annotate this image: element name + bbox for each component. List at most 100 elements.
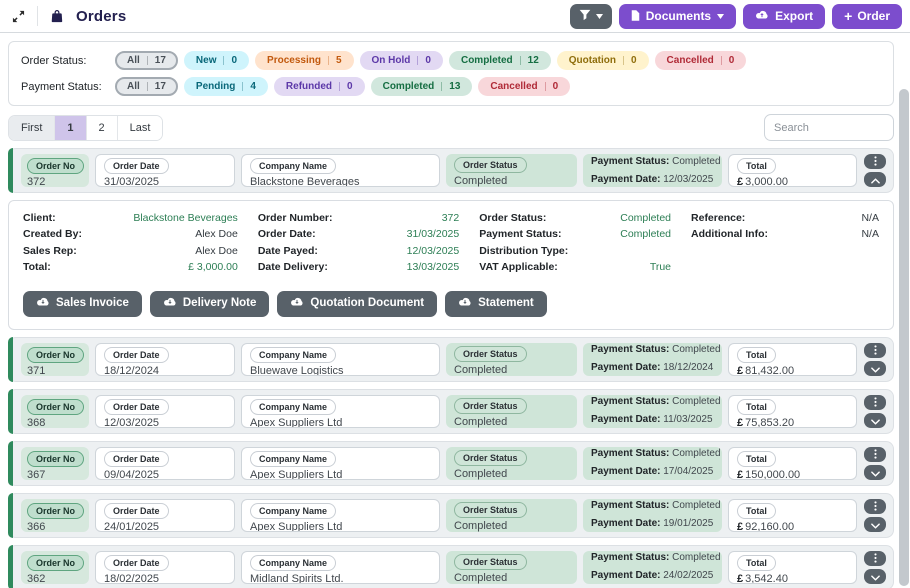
row-menu-button[interactable]	[864, 154, 886, 169]
order-status-filter-label: Order Status:	[21, 55, 115, 67]
chevron-down-icon	[871, 465, 880, 480]
order-detail-panel: Client: Blackstone Beverages Created By:…	[8, 200, 894, 330]
detail-field: Sales Rep: Alex Doe	[23, 243, 238, 260]
cloud-export-icon	[755, 10, 769, 22]
status-filter-pill[interactable]: Completed 13	[371, 77, 473, 96]
pagination-button[interactable]: First	[9, 116, 55, 140]
order-date-label: Order Date	[104, 347, 169, 363]
pagination-button[interactable]: 1	[55, 116, 86, 140]
row-accent-bar	[8, 441, 13, 486]
row-toggle-button[interactable]	[864, 517, 886, 532]
documents-button[interactable]: Documents	[619, 4, 736, 29]
row-menu-button[interactable]	[864, 395, 886, 410]
kebab-icon	[874, 395, 877, 410]
payment-date-line: Payment Date: 17/04/2025	[591, 464, 713, 480]
expand-icon[interactable]	[8, 6, 28, 26]
row-toggle-button[interactable]	[864, 361, 886, 376]
cloud-download-icon	[163, 297, 177, 311]
pill-label: Completed	[383, 81, 435, 92]
filter-button[interactable]	[570, 4, 612, 29]
page-title: Orders	[76, 8, 126, 25]
total-value: £3,000.00	[737, 176, 788, 187]
status-filter-pill[interactable]: Completed 12	[449, 51, 551, 70]
status-filter-pill[interactable]: Cancelled 0	[478, 77, 570, 96]
export-button[interactable]: Export	[743, 4, 825, 29]
row-toggle-button[interactable]	[864, 413, 886, 428]
detail-field: Date Delivery: 13/03/2025	[258, 260, 459, 277]
detail-field-label: VAT Applicable:	[479, 261, 558, 275]
pill-label: Completed	[461, 55, 513, 66]
order-status-value: Completed	[454, 572, 507, 584]
pill-label: On Hold	[372, 55, 411, 66]
status-filter-pill[interactable]: New 0	[184, 51, 249, 70]
pill-label: Processing	[267, 55, 321, 66]
company-name-label: Company Name	[250, 158, 336, 174]
order-no-cell: Order No 372	[21, 154, 89, 187]
search-input[interactable]	[764, 114, 894, 141]
kebab-icon	[874, 447, 877, 462]
status-filter-pill[interactable]: Pending 4	[184, 77, 268, 96]
order-no-cell: Order No 368	[21, 395, 89, 428]
detail-field: Payment Status: Completed	[479, 227, 671, 244]
document-download-button-label: Statement	[478, 298, 534, 310]
status-filter-pill[interactable]: Refunded 0	[274, 77, 365, 96]
row-toggle-button[interactable]	[864, 172, 886, 187]
document-download-button[interactable]: Delivery Note	[150, 291, 270, 317]
pill-count: 17	[155, 81, 166, 92]
pill-label: Cancelled	[490, 81, 537, 92]
order-date-cell: Order Date 31/03/2025	[95, 154, 235, 187]
row-actions	[863, 395, 887, 428]
row-menu-button[interactable]	[864, 499, 886, 514]
status-filter-pill[interactable]: Cancelled 0	[655, 51, 747, 70]
order-no-label: Order No	[27, 399, 84, 415]
pill-divider	[623, 56, 624, 65]
order-date-label: Order Date	[104, 503, 169, 519]
document-download-button[interactable]: Statement	[445, 291, 547, 317]
payment-cell: Payment Status: Completed Payment Date: …	[583, 395, 722, 428]
order-status-label: Order Status	[454, 398, 527, 414]
document-download-button[interactable]: Quotation Document	[277, 291, 437, 317]
row-menu-button[interactable]	[864, 551, 886, 566]
status-filter-pill[interactable]: All 17	[115, 77, 178, 96]
pill-label: All	[127, 55, 140, 66]
order-date-value: 12/03/2025	[104, 417, 159, 428]
detail-field-label: Additional Info:	[691, 228, 768, 242]
pill-label: Refunded	[286, 81, 332, 92]
scrollbar-track[interactable]	[899, 89, 909, 586]
status-filter-pill[interactable]: All 17	[115, 51, 178, 70]
detail-field-label: Date Delivery:	[258, 261, 328, 275]
scrollbar-thumb[interactable]	[899, 89, 909, 586]
pill-divider	[721, 56, 722, 65]
pagination-button[interactable]: 2	[87, 116, 118, 140]
order-status-filter-row: Order Status: All 17 New 0 Processing 5 …	[21, 51, 881, 70]
document-download-button[interactable]: Sales Invoice	[23, 291, 142, 317]
row-menu-button[interactable]	[864, 343, 886, 358]
pagination-button[interactable]: Last	[118, 116, 163, 140]
company-name-label: Company Name	[250, 555, 336, 571]
order-no-cell: Order No 371	[21, 343, 89, 376]
row-toggle-button[interactable]	[864, 465, 886, 480]
order-row: Order No 372 Order Date 31/03/2025 Compa…	[8, 148, 894, 193]
company-name-label: Company Name	[250, 347, 336, 363]
detail-field: Distribution Type:	[479, 243, 671, 260]
order-date-value: 18/12/2024	[104, 365, 159, 376]
plus-icon: +	[844, 9, 852, 23]
detail-column: Reference: N/A Additional Info: N/A	[691, 210, 879, 277]
detail-field-value: 372	[442, 212, 460, 226]
row-menu-button[interactable]	[864, 447, 886, 462]
status-filter-pill[interactable]: Processing 5	[255, 51, 353, 70]
row-toggle-button[interactable]	[864, 569, 886, 584]
pill-count: 0	[231, 55, 237, 66]
total-cell: Total £75,853.20	[728, 395, 857, 428]
payment-status-filter-label: Payment Status:	[21, 81, 115, 93]
add-order-button[interactable]: + Order	[832, 4, 902, 29]
status-filter-pill[interactable]: On Hold 0	[360, 51, 443, 70]
chevron-down-icon	[871, 413, 880, 428]
detail-field-label: Order Status:	[479, 212, 546, 226]
company-name-value: Midland Spirits Ltd.	[250, 573, 344, 584]
row-accent-bar	[8, 493, 13, 538]
order-status-cell: Order Status Completed	[446, 551, 577, 584]
status-filter-pill[interactable]: Quotation 0	[557, 51, 649, 70]
order-no-value: 367	[27, 469, 45, 480]
pill-divider	[328, 56, 329, 65]
